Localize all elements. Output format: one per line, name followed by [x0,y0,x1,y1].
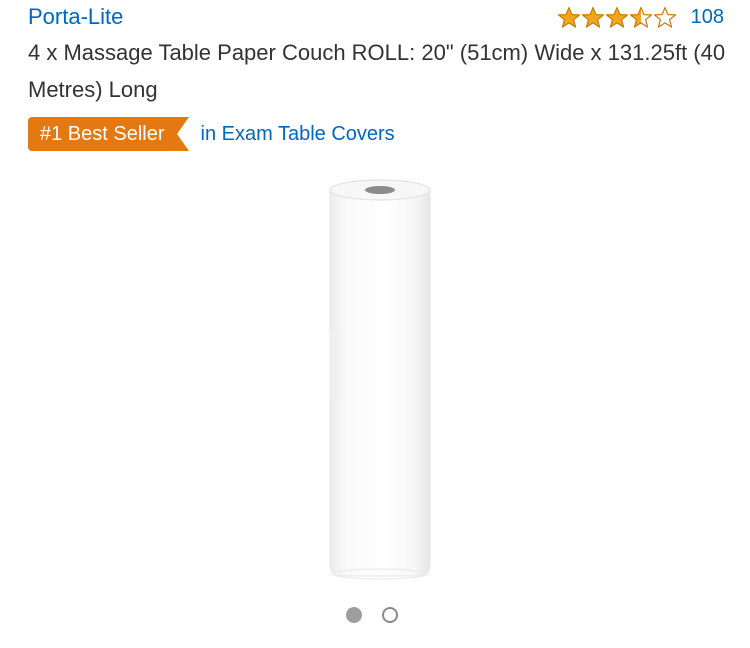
brand-link[interactable]: Porta-Lite [28,3,123,31]
category-link[interactable]: in Exam Table Covers [201,117,395,151]
product-header: Porta-Lite 108 [28,2,724,32]
carousel-dot-active[interactable] [346,607,362,623]
product-title: 4 x Massage Table Paper Couch ROLL: 20" … [28,40,726,102]
star-full-icon [581,6,604,28]
best-seller-row: #1 Best Seller in Exam Table Covers [28,117,395,151]
carousel-dot[interactable] [382,607,398,623]
star-rating[interactable] [557,6,677,29]
carousel-indicator [346,607,398,623]
star-half-icon [629,6,652,28]
star-full-icon [557,6,580,28]
star-empty-icon [653,6,676,28]
paper-roll-image [329,179,431,580]
best-seller-badge[interactable]: #1 Best Seller [28,117,188,151]
product-image-carousel[interactable] [0,160,750,590]
rating-summary[interactable]: 108 [557,4,724,30]
review-count-link[interactable]: 108 [691,4,724,30]
star-full-icon [605,6,628,28]
